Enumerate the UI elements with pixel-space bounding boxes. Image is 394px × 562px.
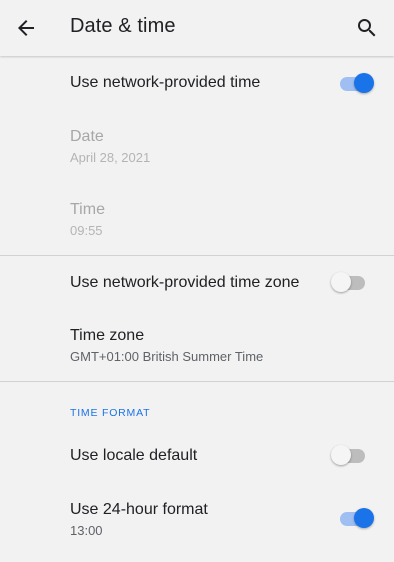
switch-thumb [354, 508, 374, 528]
locale-default-label: Use locale default [70, 447, 198, 464]
time-zone-row[interactable]: Time zone GMT+01:00 British Summer Time [0, 310, 394, 380]
page-title: Date & time [70, 15, 176, 37]
search-icon [358, 19, 376, 37]
24-hour-format-row[interactable]: Use 24-hour format 13:00 [0, 482, 394, 554]
time-row[interactable]: Time 09:55 [0, 184, 394, 254]
date-row[interactable]: Date April 28, 2021 [0, 112, 394, 184]
time-label: Time [70, 201, 105, 218]
time-zone-value: GMT+01:00 British Summer Time [70, 349, 264, 364]
network-time-zone-switch[interactable] [331, 270, 371, 294]
24-hour-format-label: Use 24-hour format [70, 501, 208, 518]
app-bar: Date & time [0, 0, 394, 56]
network-time-label: Use network-provided time [70, 74, 261, 91]
24-hour-format-example: 13:00 [70, 523, 103, 538]
switch-thumb [331, 272, 351, 292]
time-zone-label: Time zone [70, 327, 145, 344]
network-time-zone-row[interactable]: Use network-provided time zone [0, 256, 394, 310]
date-value: April 28, 2021 [70, 150, 151, 165]
network-time-switch[interactable] [336, 71, 376, 95]
network-time-zone-label: Use network-provided time zone [70, 274, 300, 291]
time-format-section-header: TIME FORMAT [70, 407, 151, 419]
switch-thumb [354, 73, 374, 93]
locale-default-switch[interactable] [331, 443, 371, 467]
network-time-row[interactable]: Use network-provided time [0, 56, 394, 112]
locale-default-row[interactable]: Use locale default [0, 430, 394, 482]
arrow-back-icon [18, 20, 34, 36]
back-button[interactable] [8, 10, 44, 46]
divider [0, 381, 394, 382]
date-label: Date [70, 128, 104, 145]
24-hour-format-switch[interactable] [336, 506, 376, 530]
date-time-settings-screen: Date & time Use network-provided time Da… [0, 0, 394, 562]
search-button[interactable] [349, 10, 385, 46]
time-value: 09:55 [70, 223, 103, 238]
switch-thumb [331, 445, 351, 465]
